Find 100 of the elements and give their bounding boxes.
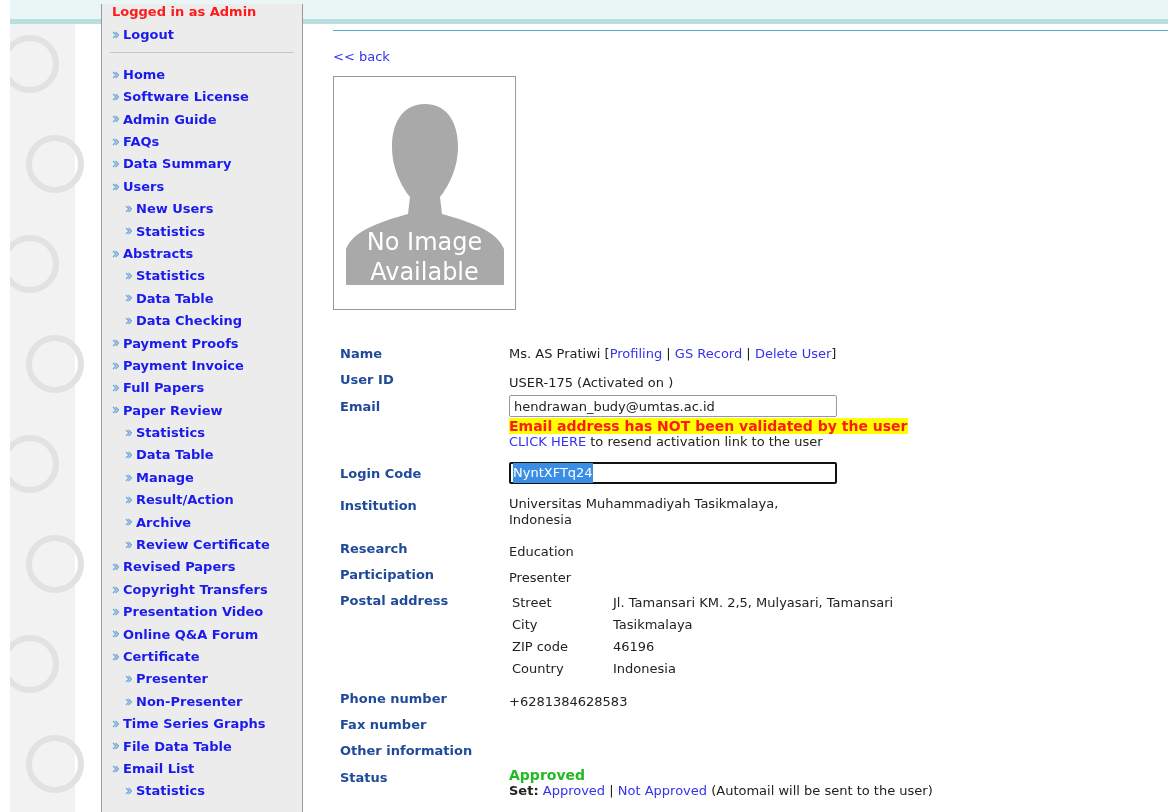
chevron-icon xyxy=(112,764,119,773)
nav-link[interactable]: Time Series Graphs xyxy=(123,714,266,734)
field-value: Ms. AS Pratiwi xyxy=(509,346,601,361)
nav-link[interactable]: Admin Guide xyxy=(123,109,217,130)
resend-text: to resend activation link to the user xyxy=(590,434,823,449)
nav-link[interactable]: FAQs xyxy=(123,132,160,152)
field-label: Login Code xyxy=(340,465,423,483)
chevron-icon xyxy=(112,384,119,393)
field-label: User ID xyxy=(340,371,395,389)
field-value: USER-175 (Activated on ) xyxy=(509,375,674,390)
profile-action-link[interactable]: Profiling xyxy=(609,346,663,361)
chevron-icon xyxy=(125,787,132,796)
field-value: Indonesia xyxy=(613,660,677,678)
chevron-icon xyxy=(125,272,132,281)
chevron-icon xyxy=(125,294,132,303)
chevron-icon xyxy=(112,742,119,751)
bracket: [ xyxy=(604,346,610,361)
field-value: Street xyxy=(512,594,553,612)
nav-link[interactable]: Users xyxy=(123,176,165,197)
chevron-icon xyxy=(125,540,132,549)
chevron-icon xyxy=(112,92,119,101)
chevron-icon xyxy=(112,31,119,40)
nav-link[interactable]: Email List xyxy=(123,758,195,779)
validation-warning: Email address has NOT been validated by the user xyxy=(509,418,908,434)
chevron-icon xyxy=(125,428,132,437)
field-label: Other information xyxy=(340,742,474,760)
status-value: Approved xyxy=(509,768,587,783)
nav-link[interactable]: Logout xyxy=(123,25,174,45)
chevron-icon xyxy=(112,406,119,415)
chevron-icon xyxy=(112,137,119,146)
field-label: Fax number xyxy=(340,716,428,734)
chevron-icon xyxy=(112,563,119,572)
field-value: City xyxy=(512,616,539,634)
nav-link[interactable]: Revised Papers xyxy=(123,557,236,577)
nav-link[interactable]: Abstracts xyxy=(123,243,194,264)
nav-link[interactable]: Online Q&A Forum xyxy=(123,624,259,645)
nav-link[interactable]: Data Checking xyxy=(136,311,243,331)
back-link[interactable]: << back xyxy=(333,49,390,64)
bracket: ] xyxy=(831,346,837,361)
nav-link[interactable]: Statistics xyxy=(136,781,205,801)
status-option-link[interactable]: Not Approved xyxy=(617,783,708,798)
nav-link[interactable]: Statistics xyxy=(136,423,205,443)
chevron-icon xyxy=(125,451,132,460)
field-label: Participation xyxy=(340,566,436,584)
chevron-icon xyxy=(112,70,119,79)
field-value: Country xyxy=(512,660,565,678)
chevron-icon xyxy=(112,630,119,639)
nav-link[interactable]: Presenter xyxy=(136,669,208,689)
nav-link[interactable]: Data Table xyxy=(136,288,214,309)
nav-link[interactable]: Archive xyxy=(136,512,192,533)
field-label: Institution xyxy=(340,497,418,515)
field-label: Phone number xyxy=(340,690,448,708)
email-field[interactable]: hendrawan_budy@umtas.ac.id xyxy=(509,395,837,417)
nav-link[interactable]: Non-Presenter xyxy=(136,691,243,712)
field-value: +6281384628583 xyxy=(509,694,628,709)
field-value: ZIP code xyxy=(512,638,570,656)
field-value: Universitas Muhammadiyah Tasikmalaya, xyxy=(509,496,780,512)
nav-link[interactable]: Home xyxy=(123,64,166,85)
nav-link[interactable]: Result/Action xyxy=(136,490,234,510)
status-option-link[interactable]: Approved xyxy=(542,783,606,798)
nav-link[interactable]: Review Certificate xyxy=(136,535,270,555)
separator: | xyxy=(666,346,671,361)
chevron-icon xyxy=(125,518,132,527)
nav-link[interactable]: New Users xyxy=(136,199,214,219)
field-label: Email xyxy=(340,398,382,416)
nav-link[interactable]: Payment Proofs xyxy=(123,333,239,353)
login-status: Logged in as Admin xyxy=(112,4,257,19)
chevron-icon xyxy=(112,607,119,616)
resend-link[interactable]: CLICK HERE xyxy=(509,434,587,449)
chevron-icon xyxy=(125,675,132,684)
profile-action-link[interactable]: GS Record xyxy=(674,346,743,361)
chevron-icon xyxy=(125,316,132,325)
nav-link[interactable]: Data Summary xyxy=(123,154,232,174)
field-value: 46196 xyxy=(613,638,656,656)
nav-link[interactable]: Manage xyxy=(136,467,194,488)
chevron-icon xyxy=(125,227,132,236)
nav-link[interactable]: File Data Table xyxy=(123,736,232,757)
nav-link[interactable]: Certificate xyxy=(123,647,200,667)
nav-link[interactable]: Software License xyxy=(123,87,249,107)
nav-link[interactable]: Copyright Transfers xyxy=(123,579,268,600)
field-value: Indonesia xyxy=(509,512,573,528)
nav-link[interactable]: Data Table xyxy=(136,445,214,465)
chevron-icon xyxy=(112,339,119,348)
automail-note: (Automail will be sent to the user) xyxy=(711,783,933,798)
profile-action-link[interactable]: Delete User xyxy=(754,346,832,361)
field-label: Postal address xyxy=(340,592,450,610)
chevron-icon xyxy=(112,585,119,594)
nav-link[interactable]: Presentation Video xyxy=(123,602,264,622)
nav-link[interactable]: Paper Review xyxy=(123,400,223,421)
chevron-icon xyxy=(125,697,132,706)
chevron-icon xyxy=(112,115,119,124)
nav-link[interactable]: Statistics xyxy=(136,266,205,286)
field-label: Name xyxy=(340,345,383,363)
nav-link[interactable]: Payment Invoice xyxy=(123,355,244,376)
chevron-icon xyxy=(125,473,132,482)
chevron-icon xyxy=(112,249,119,258)
nav-link[interactable]: Statistics xyxy=(136,221,205,242)
nav-link[interactable]: Full Papers xyxy=(123,378,205,398)
chevron-icon xyxy=(112,652,119,661)
photo-caption: No Image xyxy=(366,227,483,257)
